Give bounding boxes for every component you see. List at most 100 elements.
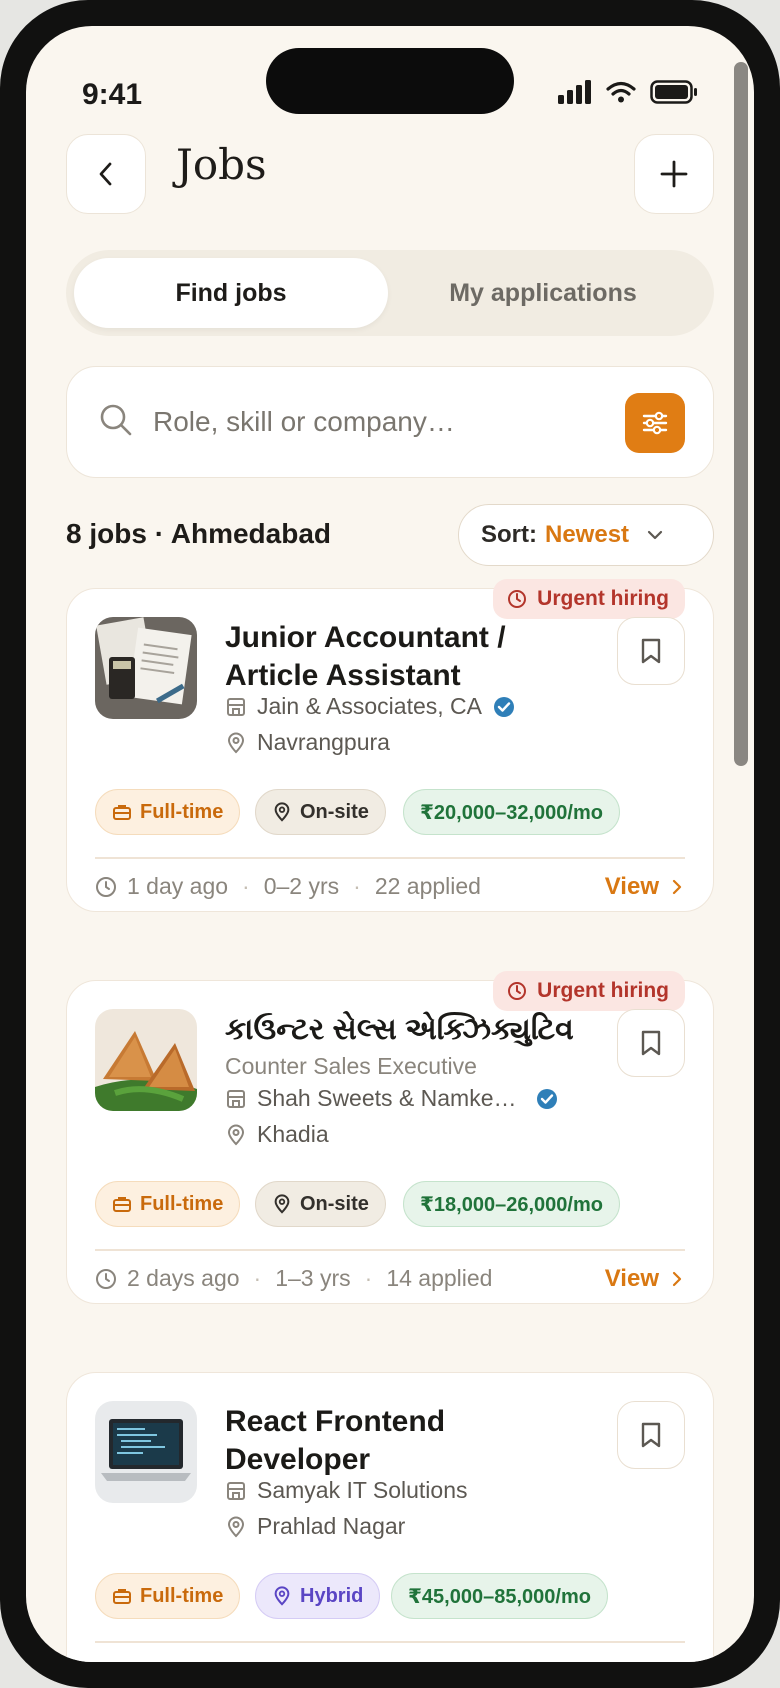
job-type-label: Full-time (140, 1584, 224, 1607)
chevron-right-icon (672, 879, 682, 895)
results-summary: 8 jobs · Ahmedabad (66, 518, 332, 549)
add-button[interactable] (634, 134, 714, 214)
work-mode-label: Hybrid (300, 1584, 364, 1607)
urgent-label: Urgent hiring (537, 979, 669, 1002)
scrollbar[interactable] (734, 62, 748, 766)
location-name: Navrangpura (257, 729, 390, 755)
salary-chip: ₹45,000–85,000/mo (391, 1573, 608, 1619)
samosa-image (95, 1009, 197, 1111)
clock-icon (96, 1268, 116, 1289)
view-job-link[interactable]: View (605, 1265, 685, 1293)
applicant-count: 22 applied (374, 873, 481, 899)
bookmark-button[interactable] (617, 1401, 685, 1469)
location-pin-icon (227, 1124, 245, 1145)
job-card[interactable]: Urgent hiring કાઉન્ટર સેલ્સ એક્ઝિક્યુટિવ… (66, 971, 714, 1304)
location-name: Prahlad Nagar (257, 1513, 406, 1539)
tab-find-jobs[interactable]: Find jobs (74, 258, 388, 328)
work-mode-chip: On-site (255, 789, 386, 835)
battery-icon (650, 80, 697, 104)
sort-dropdown[interactable]: Sort: Newest (458, 504, 714, 566)
company-name: Shah Sweets & Namke… (257, 1085, 517, 1111)
job-title: કાઉન્ટર સેલ્સ એક્ઝિક્યુટિવ (225, 1013, 574, 1046)
company-name: Jain & Associates, CA (257, 693, 482, 719)
posted-time: 1 day ago (127, 873, 229, 899)
briefcase-icon (113, 1589, 131, 1604)
sort-label: Sort: (481, 521, 537, 548)
location-name: Khadia (257, 1121, 329, 1147)
card-divider (95, 1249, 685, 1251)
job-card[interactable]: React Frontend Developer Samyak IT Solut… (66, 1372, 714, 1662)
location-pin-icon (227, 1516, 245, 1537)
bookmark-icon (641, 1422, 661, 1448)
company-name: Samyak IT Solutions (257, 1477, 468, 1503)
view-label: View (604, 1265, 659, 1292)
chevron-left-icon (99, 162, 112, 186)
bookmark-button[interactable] (617, 1009, 685, 1077)
tab-my-applications[interactable]: My applications (386, 258, 700, 328)
salary-label: ₹45,000–85,000/mo (408, 1585, 591, 1608)
applicant-count: 14 applied (386, 1265, 493, 1291)
job-type-chip: Full-time (95, 1181, 241, 1227)
job-thumbnail (95, 1009, 197, 1111)
bookmark-icon (641, 638, 661, 664)
salary-chip: ₹20,000–32,000/mo (403, 789, 620, 835)
urgent-badge: Urgent hiring (493, 971, 685, 1011)
separator-dot: · (353, 873, 361, 899)
experience: 1–3 yrs (275, 1265, 351, 1291)
work-mode-label: On-site (300, 1192, 369, 1215)
bookmark-icon (641, 1030, 661, 1056)
urgent-badge: Urgent hiring (493, 579, 685, 619)
job-type-chip: Full-time (95, 1573, 241, 1619)
location-pin-icon (274, 1586, 290, 1606)
clock-icon (96, 876, 116, 897)
status-icons (558, 80, 698, 104)
card-divider (95, 1641, 685, 1643)
separator-dot: · (242, 873, 250, 899)
job-title: React Frontend Developer (225, 1405, 446, 1476)
briefcase-icon (113, 1197, 131, 1212)
job-title: Junior Accountant / Article Assistant (225, 621, 506, 692)
company-row: Jain & Associates, CA (225, 693, 516, 720)
status-time: 9:41 (82, 78, 143, 111)
sort-value: Newest (545, 521, 630, 548)
briefcase-icon (113, 805, 131, 820)
location-row: Navrangpura (225, 729, 390, 756)
laptop-image (95, 1401, 197, 1503)
company-row: Shah Sweets & Namke… (225, 1085, 559, 1112)
chevron-right-icon (672, 1271, 682, 1287)
building-icon (227, 1089, 245, 1108)
search-bar (66, 366, 714, 478)
view-job-link[interactable]: View (605, 873, 685, 901)
bookmark-button[interactable] (617, 617, 685, 685)
search-input[interactable] (151, 397, 595, 447)
card-divider (95, 857, 685, 859)
job-subtitle: Counter Sales Executive (225, 1053, 477, 1079)
salary-label: ₹20,000–32,000/mo (420, 801, 603, 824)
building-icon (227, 1481, 245, 1500)
filter-button[interactable] (625, 393, 685, 453)
urgent-label: Urgent hiring (537, 587, 669, 610)
verified-icon (494, 696, 514, 717)
job-thumbnail (95, 617, 197, 719)
wifi-icon (606, 81, 636, 103)
experience: 0–2 yrs (263, 873, 340, 899)
location-row: Prahlad Nagar (225, 1513, 405, 1540)
work-mode-label: On-site (300, 800, 369, 823)
location-pin-icon (274, 1194, 290, 1214)
clock-icon (508, 982, 527, 1000)
clock-icon (508, 590, 527, 608)
salary-label: ₹18,000–26,000/mo (420, 1193, 603, 1216)
plus-icon (660, 160, 688, 188)
separator-dot: · (253, 1265, 262, 1291)
work-mode-chip: Hybrid (255, 1573, 381, 1619)
salary-chip: ₹18,000–26,000/mo (403, 1181, 620, 1227)
page-title: Jobs (176, 140, 267, 189)
job-type-label: Full-time (140, 1192, 224, 1215)
phone-frame: 9:41 Jobs Find jobs My applications Role… (0, 0, 780, 1688)
job-card[interactable]: Urgent hiring Junior Accountant / Articl… (66, 579, 714, 912)
back-button[interactable] (66, 134, 146, 214)
job-type-chip: Full-time (95, 789, 241, 835)
sliders-icon (642, 411, 668, 435)
signal-icon (558, 80, 591, 104)
posted-time: 2 days ago (127, 1265, 240, 1291)
